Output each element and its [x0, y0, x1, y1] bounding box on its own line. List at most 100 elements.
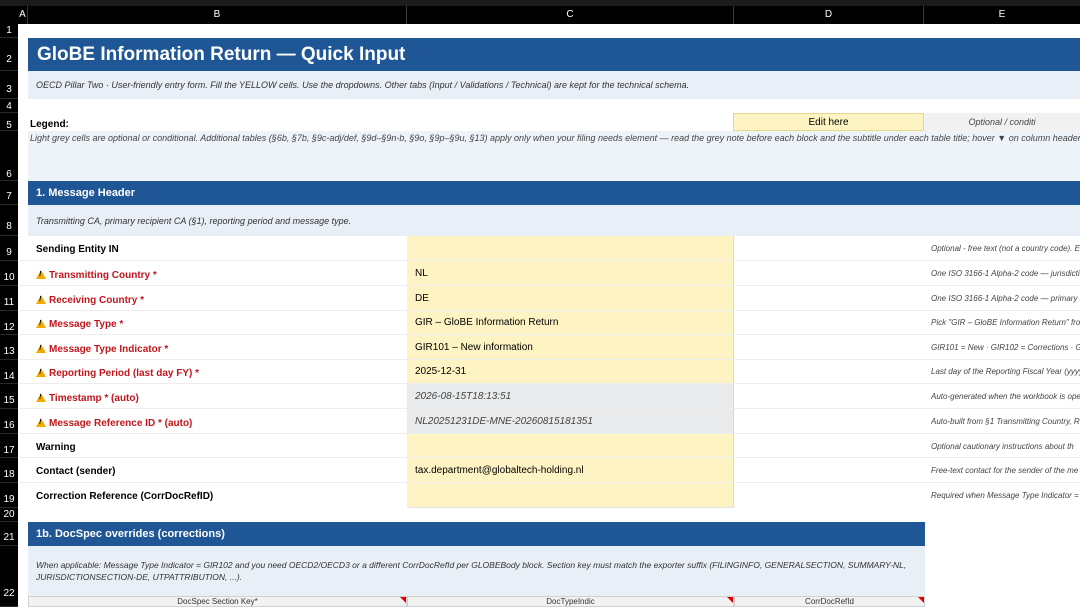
- comment-marker-icon: [400, 597, 406, 603]
- row-headers: 1 2 3 4 5 6 7 8 9 10 11 12 13 14 15 16 1…: [0, 24, 18, 607]
- reporting-period-input[interactable]: 2025-12-31: [407, 360, 734, 384]
- field-label-timestamp: Timestamp * (auto): [36, 392, 139, 404]
- row-header[interactable]: 6: [0, 131, 18, 181]
- row-divider: [18, 334, 1080, 335]
- worksheet: GloBE Information Return — Quick Input O…: [18, 24, 1080, 607]
- field-help: Last day of the Reporting Fiscal Year (y…: [931, 367, 1080, 376]
- row-header[interactable]: 1: [0, 24, 18, 38]
- receiving-country-select[interactable]: DE: [407, 286, 734, 311]
- section-title: 1. Message Header: [36, 187, 136, 199]
- sending-entity-input[interactable]: [407, 236, 734, 261]
- field-label-receiving-country: Receiving Country *: [36, 294, 144, 306]
- column-header-a[interactable]: A: [18, 6, 28, 24]
- message-type-select[interactable]: GIR – GloBE Information Return: [407, 311, 734, 335]
- row-divider: [18, 457, 1080, 458]
- row-divider: [18, 433, 1080, 434]
- row-header[interactable]: 20: [0, 508, 18, 522]
- row-header[interactable]: 9: [0, 236, 18, 261]
- row-header[interactable]: 15: [0, 384, 18, 409]
- form-title-bar: GloBE Information Return — Quick Input: [28, 38, 1080, 71]
- row-header[interactable]: 21: [0, 522, 18, 546]
- row-header[interactable]: 22: [0, 546, 18, 607]
- comment-marker-icon: [727, 597, 733, 603]
- field-help: Free-text contact for the sender of the …: [931, 466, 1079, 475]
- field-label-warning: Warning: [36, 442, 76, 453]
- warning-icon: [36, 368, 46, 377]
- field-label-transmitting-country: Transmitting Country *: [36, 269, 157, 281]
- row-divider: [18, 310, 1080, 311]
- row-divider: [18, 383, 1080, 384]
- field-label-contact: Contact (sender): [36, 466, 116, 477]
- field-help: Optional - free text (not a country code…: [931, 244, 1080, 253]
- section-title: 1b. DocSpec overrides (corrections): [36, 528, 225, 540]
- field-label-message-type: Message Type *: [36, 318, 123, 330]
- field-help: Optional cautionary instructions about t…: [931, 442, 1074, 451]
- field-label-message-type-indicator: Message Type Indicator *: [36, 343, 168, 355]
- warning-icon: [36, 295, 46, 304]
- legend-note-band: Light grey cells are optional or conditi…: [28, 131, 1080, 181]
- docspec-subtitle-band: When applicable: Message Type Indicator …: [28, 546, 925, 596]
- row-header[interactable]: 4: [0, 99, 18, 113]
- message-type-indicator-select[interactable]: GIR101 – New information: [407, 335, 734, 360]
- row-header[interactable]: 2: [0, 38, 18, 71]
- row-header[interactable]: 10: [0, 261, 18, 286]
- row-header[interactable]: 19: [0, 483, 18, 508]
- field-label-message-reference-id: Message Reference ID * (auto): [36, 417, 192, 429]
- row-header[interactable]: 11: [0, 286, 18, 311]
- field-help: Auto-generated when the workbook is ope: [931, 392, 1080, 401]
- legend-label: Legend:: [30, 119, 69, 130]
- section-subtitle: When applicable: Message Type Indicator …: [36, 560, 907, 582]
- row-divider: [18, 482, 1080, 483]
- field-help: Pick "GIR – GloBE Information Return" fr…: [931, 318, 1080, 327]
- warning-icon: [36, 344, 46, 353]
- page-title: GloBE Information Return — Quick Input: [37, 44, 406, 65]
- field-label-reporting-period: Reporting Period (last day FY) *: [36, 367, 199, 379]
- row-divider: [18, 260, 1080, 261]
- warning-input[interactable]: [407, 434, 734, 458]
- field-help: One ISO 3166-1 Alpha-2 code — jurisdicti…: [931, 269, 1080, 278]
- row-header[interactable]: 7: [0, 181, 18, 205]
- intro-text: OECD Pillar Two · User-friendly entry fo…: [36, 80, 690, 90]
- row-header[interactable]: 16: [0, 409, 18, 434]
- column-header-c[interactable]: C: [407, 6, 734, 24]
- field-label-correction-reference: Correction Reference (CorrDocRefID): [36, 491, 214, 502]
- column-header-d[interactable]: D: [734, 6, 924, 24]
- row-divider: [18, 285, 1080, 286]
- table-header-corrdocrefid[interactable]: CorrDocRefId: [734, 596, 925, 607]
- row-header[interactable]: 14: [0, 360, 18, 384]
- warning-icon: [36, 319, 46, 328]
- warning-icon: [36, 393, 46, 402]
- transmitting-country-select[interactable]: NL: [407, 261, 734, 286]
- field-help: Auto-built from §1 Transmitting Country,…: [931, 417, 1080, 426]
- correction-reference-input[interactable]: [407, 483, 734, 508]
- message-reference-id-auto-field: NL20251231DE-MNE-20260815181351: [407, 409, 734, 434]
- section-header-message-header: 1. Message Header: [28, 181, 1080, 205]
- field-help: Required when Message Type Indicator =: [931, 491, 1079, 500]
- row-header[interactable]: 3: [0, 71, 18, 99]
- table-header-docspec-section-key[interactable]: DocSpec Section Key*: [28, 596, 407, 607]
- legend-edit-swatch: Edit here: [733, 113, 924, 131]
- column-header-b[interactable]: B: [28, 6, 407, 24]
- field-label-sending-entity: Sending Entity IN: [36, 244, 119, 255]
- warning-icon: [36, 270, 46, 279]
- contact-input[interactable]: tax.department@globaltech-holding.nl: [407, 458, 734, 483]
- row-header[interactable]: 18: [0, 458, 18, 483]
- row-header[interactable]: 12: [0, 311, 18, 335]
- legend-note: Light grey cells are optional or conditi…: [30, 133, 1080, 143]
- table-header-doctypeindic[interactable]: DocTypeIndic: [407, 596, 734, 607]
- row-header[interactable]: 17: [0, 434, 18, 458]
- row-header[interactable]: 5: [0, 113, 18, 131]
- section-subtitle-band: Transmitting CA, primary recipient CA (§…: [28, 205, 1080, 236]
- row-divider: [18, 408, 1080, 409]
- field-help: GIR101 = New · GIR102 = Corrections · GI…: [931, 343, 1080, 352]
- field-help: One ISO 3166-1 Alpha-2 code — primary re: [931, 294, 1080, 303]
- column-header-e[interactable]: E: [924, 6, 1080, 24]
- legend-optional-swatch: Optional / conditi: [924, 113, 1080, 131]
- warning-icon: [36, 418, 46, 427]
- column-headers: A B C D E: [0, 6, 1080, 24]
- row-header[interactable]: 13: [0, 335, 18, 360]
- section-subtitle: Transmitting CA, primary recipient CA (§…: [36, 216, 352, 226]
- section-header-docspec-overrides: 1b. DocSpec overrides (corrections): [28, 522, 925, 546]
- comment-marker-icon: [918, 597, 924, 603]
- row-header[interactable]: 8: [0, 205, 18, 236]
